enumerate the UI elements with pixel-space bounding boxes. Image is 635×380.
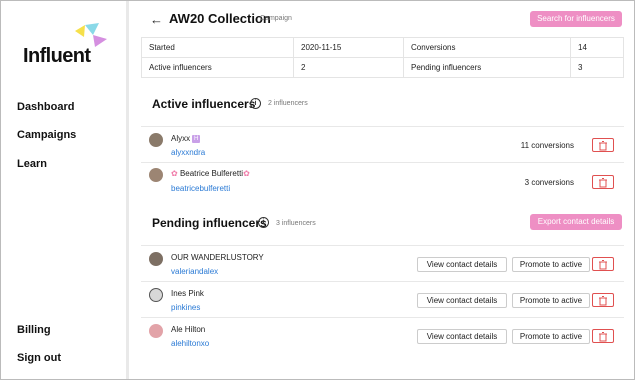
pending-row: OUR WANDERLUSTORY valeriandalex View con… (141, 245, 624, 281)
influencer-handle-link[interactable]: beatricebulferetti (171, 184, 230, 193)
view-contact-details-button[interactable]: View contact details (417, 329, 507, 344)
info-icon[interactable]: i (250, 98, 261, 109)
logo: Influent (23, 45, 91, 67)
delete-button[interactable] (592, 175, 614, 189)
nav-billing[interactable]: Billing (17, 324, 51, 336)
export-contact-details-button[interactable]: Export contact details (530, 214, 622, 230)
stat-conversions-label: Conversions (403, 37, 571, 58)
stat-conversions-value: 14 (570, 37, 624, 58)
avatar (149, 133, 163, 147)
influencer-name: Alyxx H (171, 134, 201, 143)
flower-icon: ✿ (243, 169, 250, 178)
delete-button[interactable] (592, 293, 614, 307)
delete-button[interactable] (592, 329, 614, 343)
info-icon[interactable]: i (258, 217, 269, 228)
view-contact-details-button[interactable]: View contact details (417, 257, 507, 272)
stat-started-label: Started (141, 37, 294, 58)
nav-dashboard[interactable]: Dashboard (17, 101, 74, 113)
stats-table: Started 2020-11-15 Conversions 14 Active… (141, 37, 624, 78)
trash-icon (599, 332, 607, 342)
trash-icon (599, 178, 607, 188)
pending-count: 3 influencers (276, 220, 316, 227)
influencer-name: Ale Hilton (171, 325, 206, 334)
active-heading: Active influencers (152, 97, 256, 111)
sidebar: Influent Dashboard Campaigns Learn Billi… (1, 1, 129, 379)
influencer-name-text: Beatrice Bulferetti (179, 169, 244, 178)
nav-campaigns[interactable]: Campaigns (17, 129, 76, 141)
avatar (149, 288, 163, 302)
main-content: ← AW20 Collection Campaign Search for in… (131, 1, 634, 379)
influencer-handle-link[interactable]: alehiltonxo (171, 339, 209, 348)
delete-button[interactable] (592, 257, 614, 271)
flower-icon: ✿ (171, 169, 178, 178)
stat-active-value: 2 (293, 57, 404, 78)
stat-pending-value: 3 (570, 57, 624, 78)
campaign-tag: Campaign (260, 15, 292, 22)
trash-icon (599, 141, 607, 151)
influencer-handle-link[interactable]: alyxxndra (171, 148, 205, 157)
avatar (149, 252, 163, 266)
conversions-count: 11 conversions (520, 141, 574, 150)
active-row: Alyxx H alyxxndra 11 conversions (141, 126, 624, 162)
influencer-name: OUR WANDERLUSTORY (171, 253, 264, 262)
influencer-name: ✿ Beatrice Bulferetti✿ (171, 169, 250, 178)
delete-button[interactable] (592, 138, 614, 152)
conversions-count: 3 conversions (524, 178, 574, 187)
influencer-name-text: Alyxx (171, 134, 191, 143)
promote-to-active-button[interactable]: Promote to active (512, 257, 590, 272)
avatar (149, 168, 163, 182)
trash-icon (599, 296, 607, 306)
stat-pending-label: Pending influencers (403, 57, 571, 78)
view-contact-details-button[interactable]: View contact details (417, 293, 507, 308)
influencer-handle-link[interactable]: valeriandalex (171, 267, 218, 276)
badge-icon: H (192, 134, 201, 143)
influencer-handle-link[interactable]: pinkines (171, 303, 200, 312)
active-count: 2 influencers (268, 100, 308, 107)
stat-active-label: Active influencers (141, 57, 294, 78)
pending-row: Ines Pink pinkines View contact details … (141, 281, 624, 317)
trash-icon (599, 260, 607, 270)
promote-to-active-button[interactable]: Promote to active (512, 293, 590, 308)
pending-heading: Pending influencers (152, 216, 267, 230)
search-influencers-button[interactable]: Search for influencers (530, 11, 622, 27)
promote-to-active-button[interactable]: Promote to active (512, 329, 590, 344)
active-row: ✿ Beatrice Bulferetti✿ beatricebulferett… (141, 162, 624, 198)
back-arrow-icon[interactable]: ← (150, 12, 163, 27)
nav-learn[interactable]: Learn (17, 158, 47, 170)
stat-started-value: 2020-11-15 (293, 37, 404, 58)
influencer-name: Ines Pink (171, 289, 204, 298)
nav-sign-out[interactable]: Sign out (17, 352, 61, 364)
pending-row: Ale Hilton alehiltonxo View contact deta… (141, 317, 624, 353)
page-title: AW20 Collection (169, 11, 271, 26)
avatar (149, 324, 163, 338)
